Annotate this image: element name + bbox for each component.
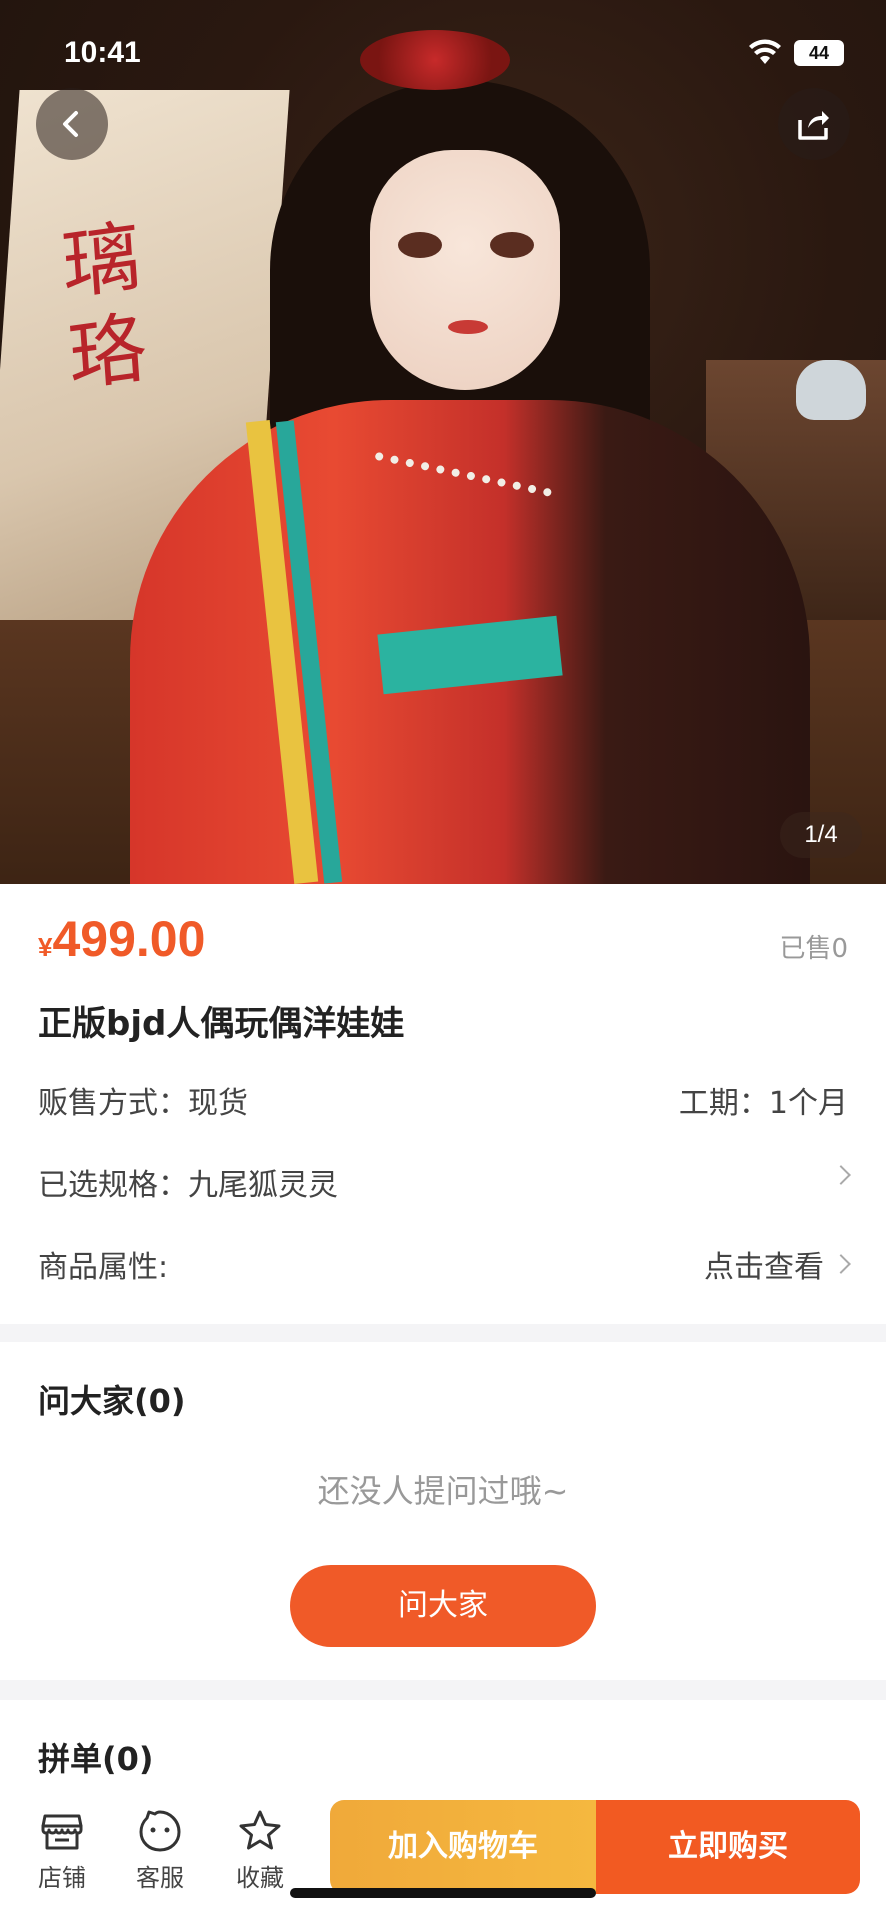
favorite-label: 收藏 (236, 1864, 284, 1892)
product-page: 璃珞 10:41 44 1/4 ¥499.00 已售0 正版bjd人偶玩偶洋娃娃… (0, 0, 886, 1920)
price: ¥499.00 (38, 910, 205, 968)
share-button[interactable] (778, 88, 850, 160)
price-value: 499.00 (52, 911, 206, 967)
product-title: 正版bjd人偶玩偶洋娃娃 (38, 1004, 405, 1044)
store-label: 店铺 (38, 1864, 86, 1892)
chevron-left-icon (63, 111, 78, 137)
attributes-view-text: 点击查看 (704, 1250, 824, 1285)
ask-title: 问大家(0) (38, 1382, 186, 1420)
doll-right-eye (490, 232, 534, 258)
ask-empty-text: 还没人提问过哦~ (317, 1472, 569, 1510)
share-icon (798, 111, 829, 140)
chevron-right-icon (831, 1254, 851, 1274)
lead-time-text: 工期：1个月 (678, 1086, 848, 1121)
wifi-icon (749, 39, 781, 64)
attributes-label: 商品属性: (38, 1250, 169, 1285)
star-icon (239, 1810, 281, 1850)
service-button[interactable]: 客服 (120, 1808, 200, 1893)
chevron-right-icon (831, 1165, 851, 1185)
back-button[interactable] (36, 88, 108, 160)
product-image-carousel[interactable]: 璃珞 (0, 0, 886, 884)
favorite-button[interactable]: 收藏 (220, 1808, 300, 1893)
hair-ornament (360, 30, 510, 90)
battery-icon: 44 (794, 40, 844, 66)
doll-lips (448, 320, 488, 334)
sale-method: 贩售方式：现货 (38, 1086, 248, 1121)
group-buy-title: 拼单(0) (38, 1740, 154, 1778)
status-time: 10:41 (64, 36, 141, 69)
store-icon (41, 1814, 83, 1850)
lead-time: 工期：1个月 (679, 1078, 848, 1122)
calligraphy-text: 璃珞 (59, 211, 151, 403)
doll-face (370, 150, 560, 390)
buy-now-button[interactable]: 立即购买 (596, 1800, 860, 1894)
tea-cup (796, 360, 866, 420)
ask-button[interactable]: 问大家 (290, 1565, 596, 1647)
service-label: 客服 (136, 1864, 184, 1892)
store-button[interactable]: 店铺 (22, 1808, 102, 1893)
selected-spec[interactable]: 已选规格：九尾狐灵灵 (38, 1160, 338, 1204)
attributes-view-link[interactable]: 点击查看 (704, 1242, 851, 1286)
doll-left-eye (398, 232, 442, 258)
spec-arrow[interactable] (831, 1165, 851, 1185)
price-symbol: ¥ (38, 932, 53, 962)
home-indicator (290, 1888, 596, 1898)
add-to-cart-button[interactable]: 加入购物车 (330, 1800, 596, 1894)
image-pager: 1/4 (780, 812, 862, 858)
customer-service-icon (139, 1810, 181, 1852)
sold-count: 已售0 (779, 934, 848, 964)
